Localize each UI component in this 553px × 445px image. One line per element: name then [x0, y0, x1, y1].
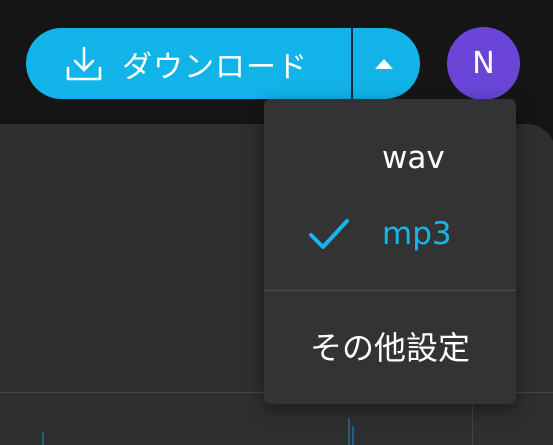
menu-item-mp3[interactable]: mp3 [264, 199, 516, 269]
waveform-mark [348, 418, 350, 445]
waveform-mark [352, 426, 354, 445]
menu-divider [264, 290, 516, 291]
download-split-button: ダウンロード [26, 28, 420, 99]
download-icon [64, 44, 104, 84]
waveform-mark [42, 432, 44, 445]
download-label: ダウンロード [122, 49, 308, 85]
avatar[interactable]: N [447, 27, 520, 100]
format-menu-toggle[interactable] [353, 28, 420, 99]
menu-item-label: mp3 [382, 216, 452, 252]
menu-item-more-settings[interactable]: その他設定 [264, 311, 516, 381]
checkmark-icon [308, 217, 350, 251]
menu-item-label: その他設定 [309, 329, 470, 367]
download-button[interactable]: ダウンロード [26, 28, 351, 99]
format-menu: wav mp3 その他設定 [264, 99, 516, 404]
app-window: ダウンロード N wav mp3 その他設定 [0, 0, 553, 445]
menu-item-label: wav [382, 140, 445, 176]
menu-item-wav[interactable]: wav [264, 123, 516, 193]
caret-up-icon [374, 58, 393, 69]
